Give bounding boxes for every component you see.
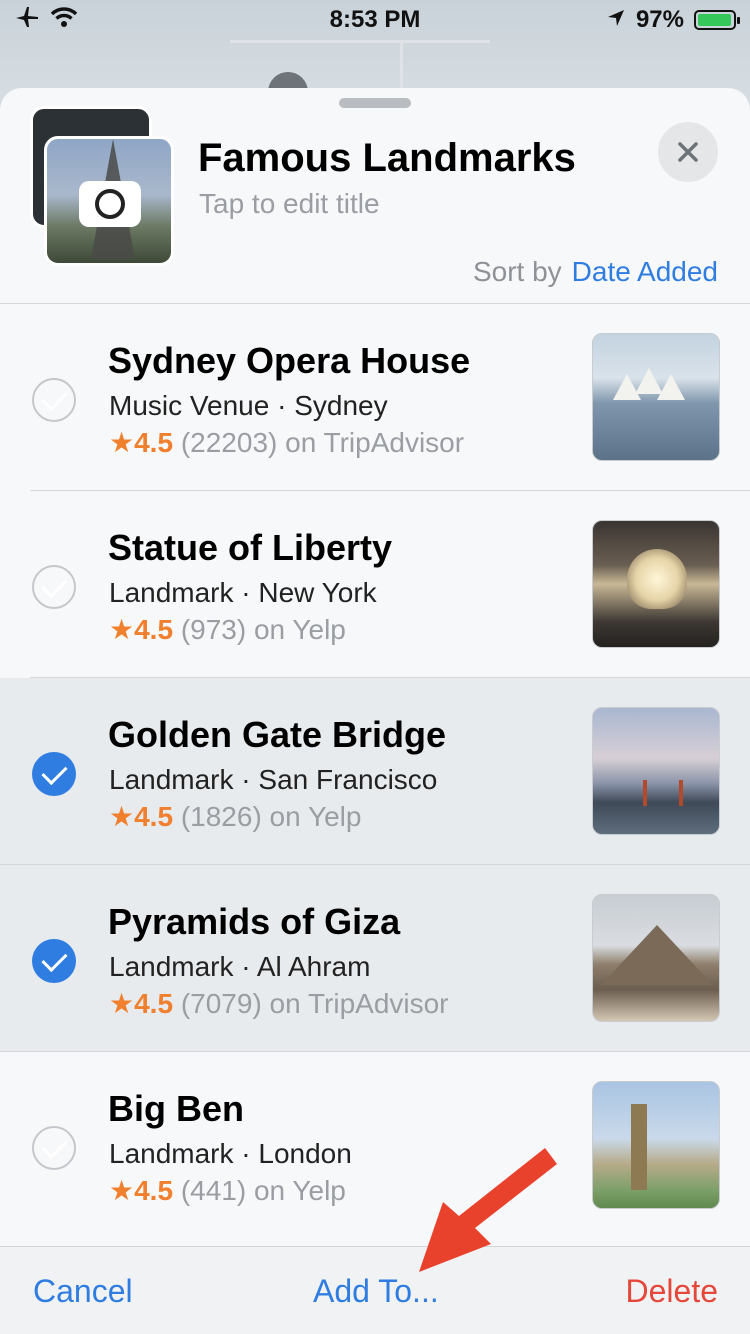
place-photo[interactable] xyxy=(592,894,720,1022)
battery-level xyxy=(698,14,731,26)
airplane-mode-icon xyxy=(14,6,40,35)
sort-value-button[interactable]: Date Added xyxy=(572,256,718,287)
clock-tower-image xyxy=(631,1104,647,1190)
rating-value: 4.5 xyxy=(134,614,174,645)
map-road xyxy=(230,40,490,43)
rating-value: 4.5 xyxy=(134,801,174,832)
cover-photo xyxy=(44,136,174,266)
camera-icon[interactable] xyxy=(79,181,141,227)
collection-sheet: Famous Landmarks Tap to edit title Sort … xyxy=(0,88,750,1334)
places-list: Sydney Opera House Music Venue · Sydney … xyxy=(0,304,750,1239)
delete-button[interactable]: Delete xyxy=(626,1273,719,1310)
review-count: (1826) on Yelp xyxy=(180,801,362,832)
selection-checkbox[interactable] xyxy=(32,752,76,796)
place-photo[interactable] xyxy=(592,707,720,835)
selection-checkbox[interactable] xyxy=(32,565,76,609)
close-button[interactable] xyxy=(658,122,718,182)
selection-checkbox[interactable] xyxy=(32,939,76,983)
bridge-tower xyxy=(643,780,647,806)
star-icon: ★ xyxy=(109,1175,135,1206)
place-name: Statue of Liberty xyxy=(108,527,393,568)
bridge-tower xyxy=(679,780,683,806)
list-item[interactable]: Statue of Liberty Landmark · New York ★4… xyxy=(0,491,750,678)
place-category: Landmark · San Francisco xyxy=(109,764,438,795)
place-name: Pyramids of Giza xyxy=(108,901,401,942)
selection-checkbox[interactable] xyxy=(32,1126,76,1170)
place-rating: ★4.5 (973) on Yelp xyxy=(109,613,346,646)
rating-value: 4.5 xyxy=(134,988,174,1019)
place-name: Golden Gate Bridge xyxy=(108,714,447,755)
bottom-toolbar: Cancel Add To... Delete xyxy=(0,1246,750,1334)
sort-control: Sort by Date Added xyxy=(473,256,718,288)
place-category: Landmark · New York xyxy=(109,577,377,608)
close-icon xyxy=(678,142,698,162)
place-rating: ★4.5 (7079) on TripAdvisor xyxy=(109,987,449,1020)
rating-value: 4.5 xyxy=(134,1175,174,1206)
list-item[interactable]: Golden Gate Bridge Landmark · San Franci… xyxy=(0,678,750,865)
star-icon: ★ xyxy=(109,614,135,645)
star-icon: ★ xyxy=(109,801,135,832)
battery-charging-icon xyxy=(694,10,740,30)
add-to-button[interactable]: Add To... xyxy=(313,1273,439,1310)
rating-value: 4.5 xyxy=(134,427,174,458)
cancel-button[interactable]: Cancel xyxy=(33,1273,133,1310)
collection-cover[interactable] xyxy=(30,106,176,266)
list-item[interactable]: Sydney Opera House Music Venue · Sydney … xyxy=(0,304,750,491)
list-item[interactable]: Pyramids of Giza Landmark · Al Ahram ★4.… xyxy=(0,865,750,1052)
status-bar: 8:53 PM 97% xyxy=(0,0,750,40)
wifi-icon xyxy=(50,6,78,35)
star-icon: ★ xyxy=(109,988,135,1019)
place-photo[interactable] xyxy=(592,520,720,648)
review-count: (973) on Yelp xyxy=(180,614,346,645)
review-count: (22203) on TripAdvisor xyxy=(180,427,465,458)
place-name: Sydney Opera House xyxy=(108,340,471,381)
pyramid-image xyxy=(601,925,713,985)
place-category: Music Venue · Sydney xyxy=(109,390,388,421)
list-item[interactable]: Big Ben Landmark · London ★4.5 (441) on … xyxy=(0,1052,750,1239)
place-category: Landmark · Al Ahram xyxy=(109,951,371,982)
selection-checkbox[interactable] xyxy=(32,378,76,422)
sheet-grabber[interactable] xyxy=(339,98,411,108)
edit-title-hint: Tap to edit title xyxy=(199,188,380,219)
place-category: Landmark · London xyxy=(109,1138,352,1169)
location-arrow-icon xyxy=(606,6,626,35)
review-count: (7079) on TripAdvisor xyxy=(180,988,449,1019)
opera-house-shape xyxy=(657,374,685,400)
star-icon: ★ xyxy=(109,427,135,458)
torch-image xyxy=(627,549,687,609)
place-photo[interactable] xyxy=(592,1081,720,1209)
place-photo[interactable] xyxy=(592,333,720,461)
review-count: (441) on Yelp xyxy=(180,1175,346,1206)
collection-title[interactable]: Famous Landmarks xyxy=(198,136,576,181)
place-rating: ★4.5 (1826) on Yelp xyxy=(109,800,361,833)
place-rating: ★4.5 (441) on Yelp xyxy=(109,1174,346,1207)
sort-label: Sort by xyxy=(472,256,562,287)
place-rating: ★4.5 (22203) on TripAdvisor xyxy=(109,426,464,459)
place-name: Big Ben xyxy=(108,1088,245,1129)
battery-percent: 97% xyxy=(635,6,684,33)
